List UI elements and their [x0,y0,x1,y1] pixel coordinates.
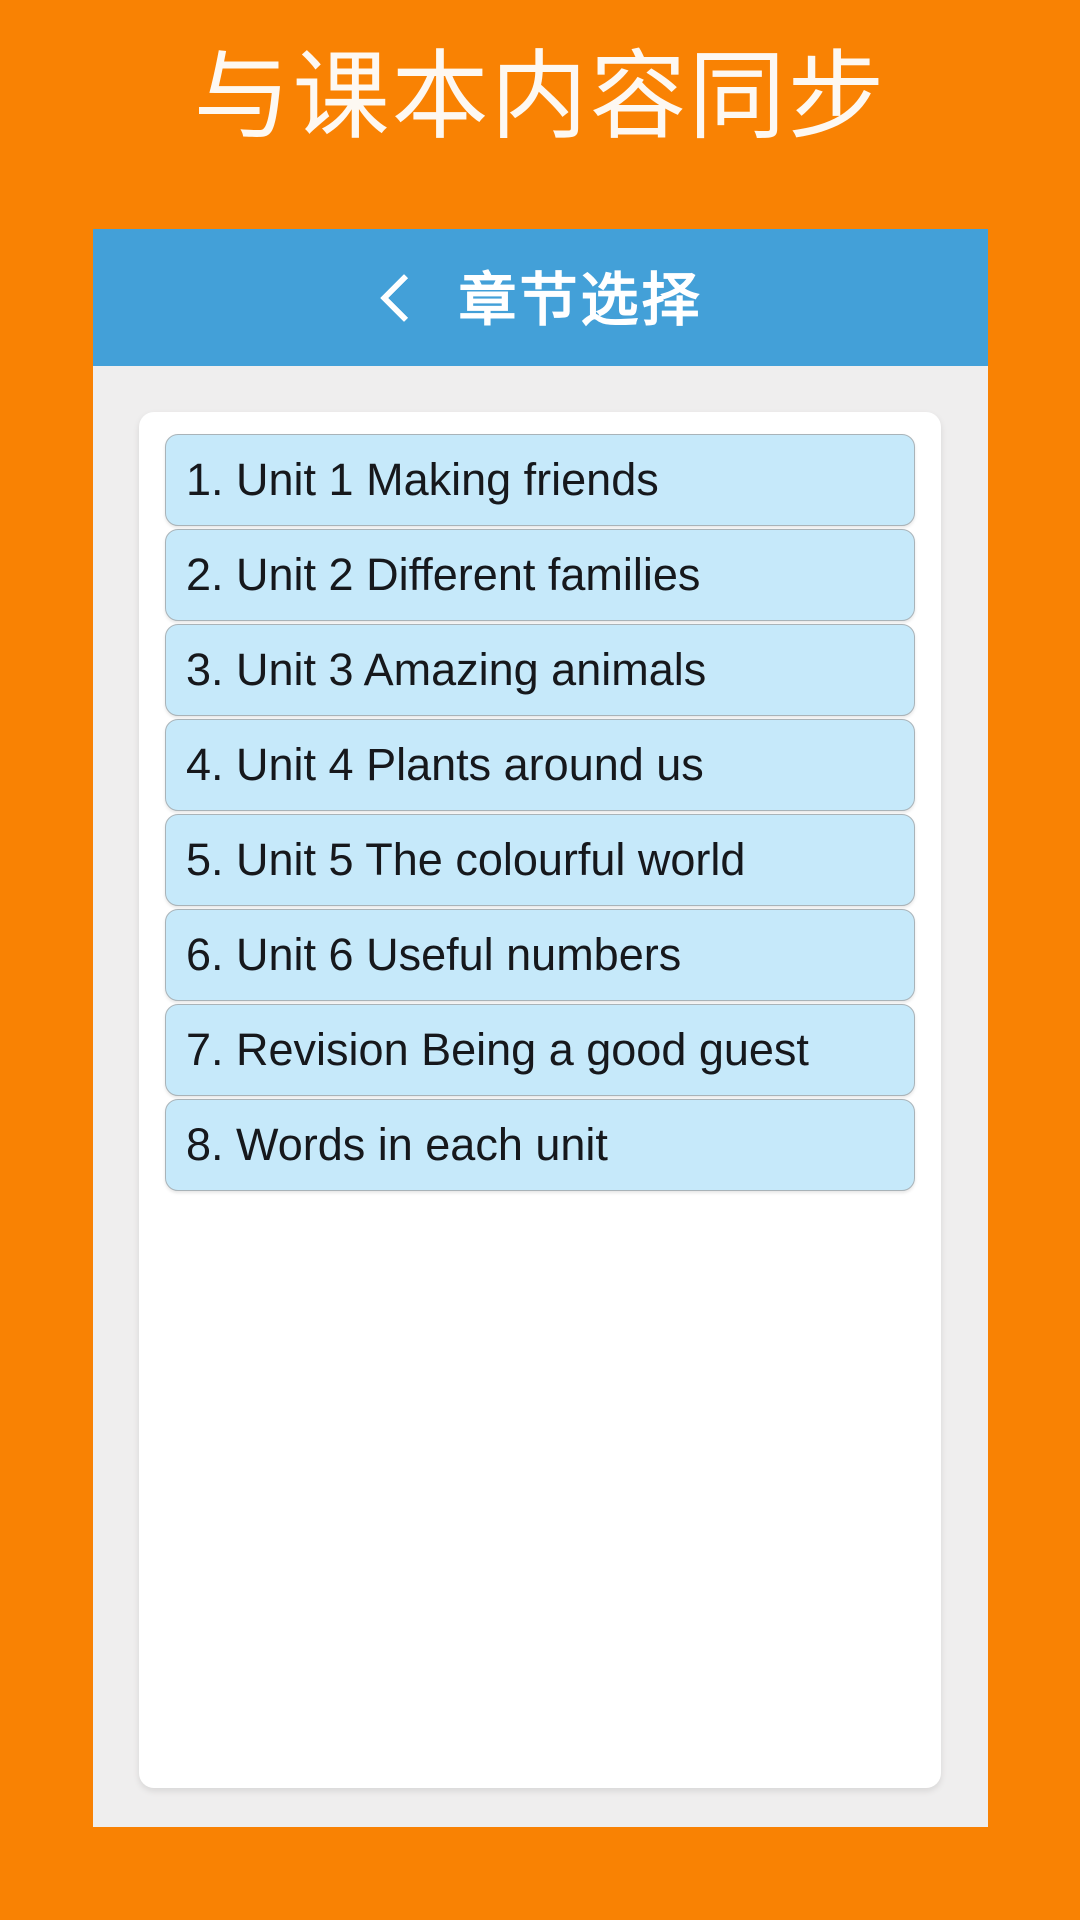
chapter-label: 1. Unit 1 Making friends [186,454,659,505]
chapter-label: 6. Unit 6 Useful numbers [186,929,682,980]
chapter-list-item-6[interactable]: 6. Unit 6 Useful numbers [165,909,915,1001]
app-title-bar-content: 章节选择 [378,267,703,333]
chapter-label: 8. Words in each unit [186,1119,608,1170]
chapter-label: 5. Unit 5 The colourful world [186,834,746,885]
chapter-list-item-3[interactable]: 3. Unit 3 Amazing animals [165,624,915,716]
chapter-list-item-2[interactable]: 2. Unit 2 Different families [165,529,915,621]
chapter-label: 3. Unit 3 Amazing animals [186,644,707,695]
chevron-left-icon[interactable] [378,272,412,330]
app-bar-title: 章节选择 [458,267,703,333]
chapter-list: 1. Unit 1 Making friends 2. Unit 2 Diffe… [165,434,915,1191]
app-screenshot-panel: 章节选择 1. Unit 1 Making friends 2. Unit 2 … [93,229,988,1827]
chapter-list-item-1[interactable]: 1. Unit 1 Making friends [165,434,915,526]
chapter-list-card: 1. Unit 1 Making friends 2. Unit 2 Diffe… [139,412,941,1788]
chapter-list-item-8[interactable]: 8. Words in each unit [165,1099,915,1191]
chapter-label: 4. Unit 4 Plants around us [186,739,704,790]
chapter-list-item-7[interactable]: 7. Revision Being a good guest [165,1004,915,1096]
chapter-label: 2. Unit 2 Different families [186,549,701,600]
chapter-list-item-5[interactable]: 5. Unit 5 The colourful world [165,814,915,906]
chapter-label: 7. Revision Being a good guest [186,1024,809,1075]
banner-headline: 与课本内容同步 [193,42,887,151]
chapter-list-item-4[interactable]: 4. Unit 4 Plants around us [165,719,915,811]
app-title-bar: 章节选择 [93,229,988,366]
